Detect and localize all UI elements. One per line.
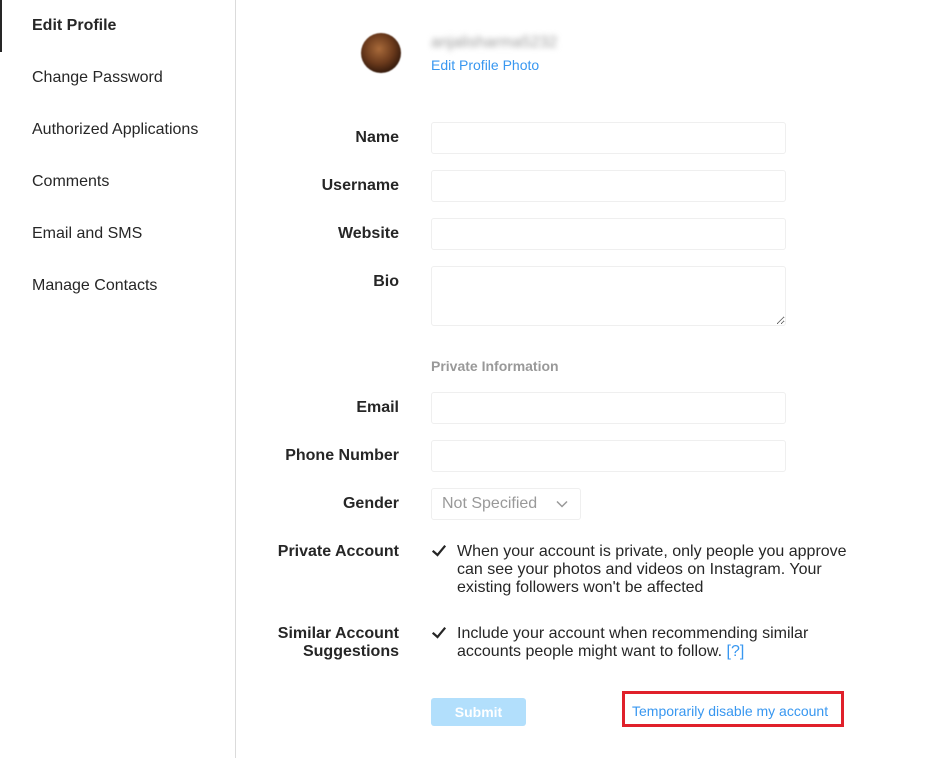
sidebar-item-edit-profile[interactable]: Edit Profile [0,0,235,52]
username-label: Username [321,177,399,194]
gender-select[interactable]: Not Specified [431,488,581,520]
similar-account-checkbox[interactable] [431,625,447,641]
email-label: Email [356,399,399,416]
avatar[interactable] [361,33,401,73]
gender-label: Gender [342,495,399,512]
submit-button[interactable]: Submit [431,698,526,726]
bio-label: Bio [373,273,399,290]
similar-account-text: Include your account when recommending s… [457,625,809,660]
website-label: Website [337,225,399,242]
phone-number-label: Phone Number [285,447,399,464]
chevron-down-icon [556,500,568,508]
similar-account-description: Include your account when recommending s… [457,625,857,661]
similar-account-suggestions-label: Similar Account Suggestions [278,625,399,661]
name-label: Name [355,129,399,146]
email-field[interactable] [431,392,786,424]
private-information-heading: Private Information [431,358,559,374]
edit-profile-form: anjalisharma5232 Edit Profile Photo Name… [237,0,935,758]
edit-profile-photo-link[interactable]: Edit Profile Photo [431,57,539,73]
edit-profile-page: Edit Profile Change Password Authorized … [0,0,935,758]
name-field[interactable] [431,122,786,154]
sidebar-item-change-password[interactable]: Change Password [0,52,235,104]
bio-field[interactable] [431,266,786,326]
similar-account-help-link[interactable]: [?] [727,643,745,660]
website-field[interactable] [431,218,786,250]
similar-label-line2: Suggestions [302,643,399,660]
similar-label-line1: Similar Account [277,625,399,642]
sidebar-item-authorized-applications[interactable]: Authorized Applications [0,104,235,156]
settings-sidebar: Edit Profile Change Password Authorized … [0,0,236,758]
gender-select-value: Not Specified [442,495,538,512]
temporarily-disable-account-link[interactable]: Temporarily disable my account [632,703,828,719]
sidebar-item-manage-contacts[interactable]: Manage Contacts [0,260,235,312]
sidebar-item-comments[interactable]: Comments [0,156,235,208]
phone-number-field[interactable] [431,440,786,472]
profile-username: anjalisharma5232 [431,34,558,51]
private-account-description: When your account is private, only peopl… [457,543,847,596]
username-field[interactable] [431,170,786,202]
sidebar-item-email-and-sms[interactable]: Email and SMS [0,208,235,260]
private-account-label: Private Account [277,543,399,560]
private-account-checkbox[interactable] [431,543,447,559]
